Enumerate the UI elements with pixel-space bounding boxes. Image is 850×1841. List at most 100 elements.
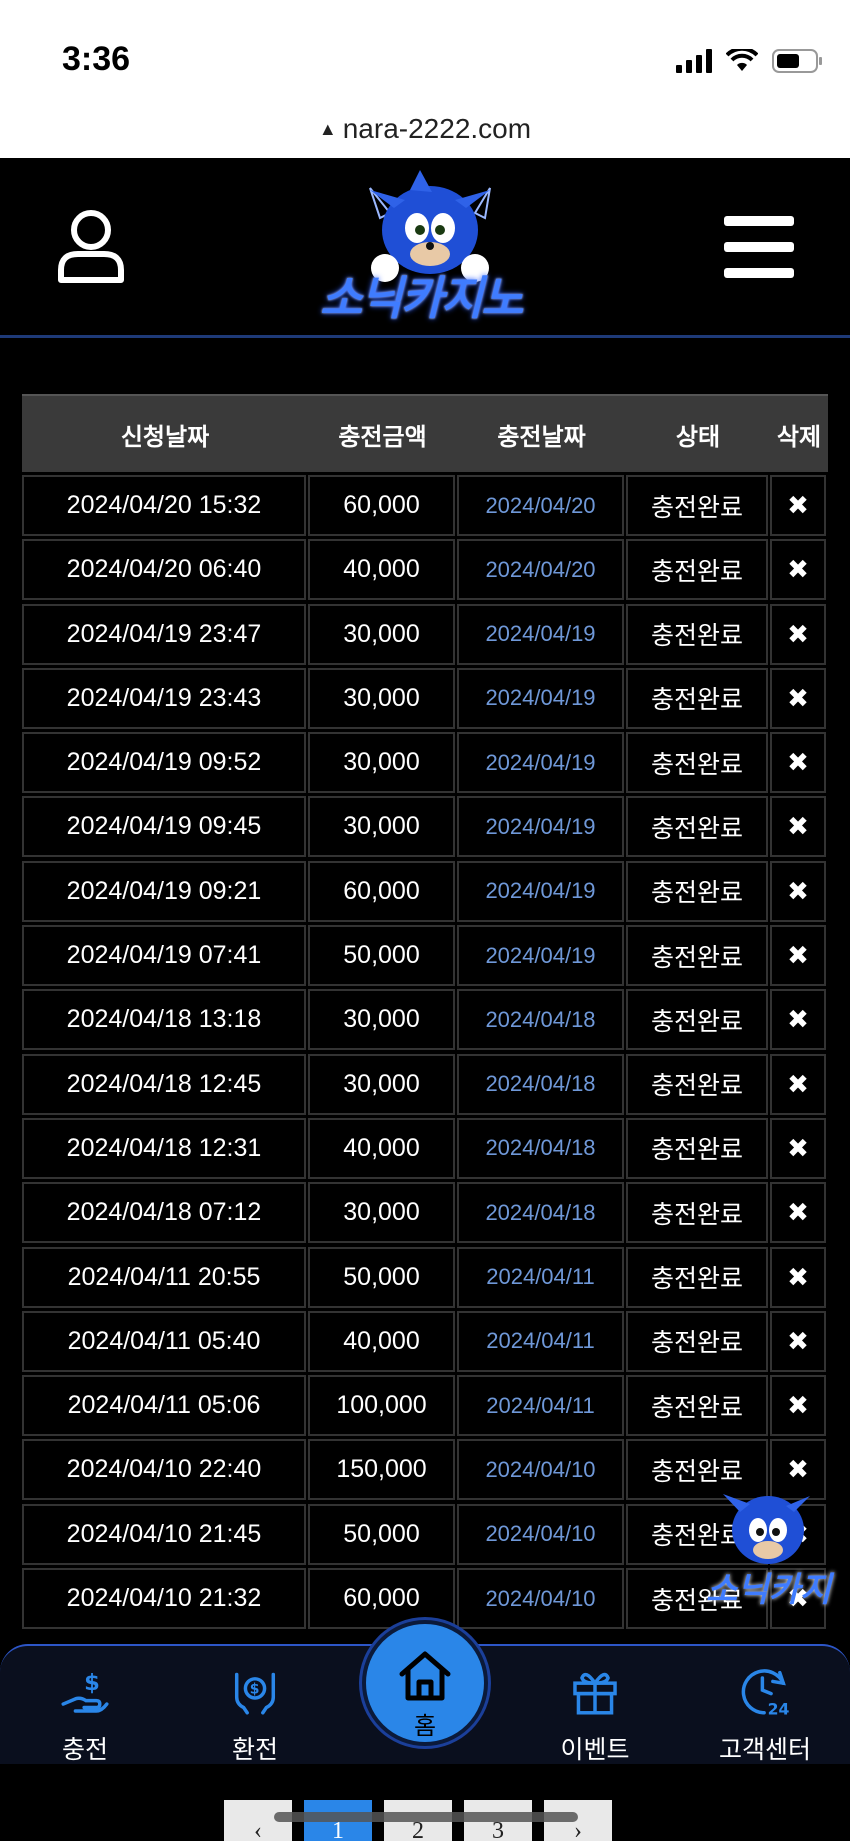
user-icon[interactable] [56,208,126,284]
charge-date-cell: 2024/04/19 [457,603,624,665]
support-24h-icon: 24 [741,1669,790,1718]
charge-date-cell: 2024/04/11 [457,1375,624,1437]
delete-icon[interactable]: ✖ [770,1375,826,1437]
charge-history-table: 신청날짜 충전금액 충전날짜 상태 삭제 2024/04/20 15:32 60,… [22,394,828,1630]
status-cell: 충전완료 [626,860,768,922]
request-date-cell: 2024/04/19 07:41 [22,925,306,987]
amount-cell: 60,000 [308,475,455,536]
hamburger-menu-icon[interactable] [724,216,794,278]
table-row: 2024/04/19 09:52 30,000 2024/04/19 충전완료 ✖ [22,729,828,794]
charge-date-cell: 2024/04/18 [457,1182,624,1244]
delete-icon[interactable]: ✖ [770,732,826,794]
status-cell: 충전완료 [626,1053,768,1115]
table-header: 신청날짜 충전금액 충전날짜 상태 삭제 [22,394,828,472]
battery-icon [772,49,822,73]
delete-icon[interactable]: ✖ [770,603,826,665]
status-cell: 충전완료 [626,989,768,1051]
nav-withdraw[interactable]: $ 환전 [190,1646,320,1766]
delete-icon[interactable]: ✖ [770,1117,826,1179]
charge-date-cell: 2024/04/19 [457,925,624,987]
amount-cell: 30,000 [308,796,455,858]
charge-date-cell: 2024/04/20 [457,475,624,536]
status-cell: 충전완료 [626,475,768,536]
header-status: 상태 [675,423,721,451]
home-indicator [274,1812,578,1822]
gift-icon [573,1672,617,1715]
status-cell: 충전완료 [626,667,768,729]
request-date-cell: 2024/04/10 22:40 [22,1439,306,1501]
table-row: 2024/04/11 05:06 100,000 2024/04/11 충전완료 ✖ [22,1372,828,1437]
nav-home-button[interactable]: 홈 [362,1620,488,1746]
status-icons [676,48,824,74]
table-row: 2024/04/11 20:55 50,000 2024/04/11 충전완료 ✖ [22,1243,828,1308]
amount-cell: 30,000 [308,1182,455,1244]
status-cell: 충전완료 [626,1182,768,1244]
request-date-cell: 2024/04/19 09:52 [22,732,306,794]
charge-date-cell: 2024/04/10 [457,1568,624,1630]
nav-event-label: 이벤트 [560,1736,630,1764]
status-cell: 충전완료 [626,1310,768,1372]
home-icon [399,1651,451,1701]
status-cell: 충전완료 [626,539,768,601]
delete-icon[interactable]: ✖ [770,1246,826,1308]
delete-icon[interactable]: ✖ [770,539,826,601]
amount-cell: 100,000 [308,1375,455,1437]
request-date-cell: 2024/04/18 12:31 [22,1117,306,1179]
nav-home-label: 홈 [413,1713,437,1740]
amount-cell: 50,000 [308,1503,455,1565]
charge-date-cell: 2024/04/11 [457,1246,624,1308]
request-date-cell: 2024/04/18 12:45 [22,1053,306,1115]
status-cell: 충전완료 [626,1375,768,1437]
charge-date-cell: 2024/04/11 [457,1310,624,1372]
svg-text:$: $ [84,1670,100,1696]
delete-icon[interactable]: ✖ [770,1053,826,1115]
site-logo[interactable]: 소닉카지노 [310,168,550,328]
logo-text: 소닉카지노 [320,272,524,324]
request-date-cell: 2024/04/19 09:45 [22,796,306,858]
nav-event[interactable]: 이벤트 [530,1646,660,1766]
withdraw-hands-money-icon: $ [234,1672,276,1715]
charge-date-cell: 2024/04/18 [457,989,624,1051]
amount-cell: 30,000 [308,603,455,665]
nav-support-label: 고객센터 [718,1736,811,1764]
delete-icon[interactable]: ✖ [770,667,826,729]
svg-text:24: 24 [768,1700,790,1718]
amount-cell: 30,000 [308,732,455,794]
floating-badge-text: 소닉카지 [706,1571,832,1609]
table-row: 2024/04/19 09:21 60,000 2024/04/19 충전완료 ✖ [22,857,828,922]
floating-logo-badge[interactable]: 소닉카지 [698,1482,832,1612]
address-bar[interactable]: ▲ nara-2222.com [0,100,850,158]
delete-icon[interactable]: ✖ [770,796,826,858]
charge-date-cell: 2024/04/19 [457,796,624,858]
delete-icon[interactable]: ✖ [770,1310,826,1372]
delete-icon[interactable]: ✖ [770,925,826,987]
charge-date-cell: 2024/04/10 [457,1503,624,1565]
nav-support[interactable]: 24 고객센터 [700,1646,830,1766]
deposit-hand-coin-icon: $ [61,1670,109,1713]
amount-cell: 40,000 [308,1117,455,1179]
charge-date-cell: 2024/04/18 [457,1117,624,1179]
delete-icon[interactable]: ✖ [770,860,826,922]
header-delete: 삭제 [776,423,822,451]
wifi-icon [726,49,758,71]
amount-cell: 60,000 [308,860,455,922]
table-row: 2024/04/19 23:47 30,000 2024/04/19 충전완료 ✖ [22,600,828,665]
table-row: 2024/04/19 07:41 50,000 2024/04/19 충전완료 ✖ [22,922,828,987]
amount-cell: 50,000 [308,925,455,987]
delete-icon[interactable]: ✖ [770,475,826,536]
amount-cell: 30,000 [308,1053,455,1115]
table-row: 2024/04/19 09:45 30,000 2024/04/19 충전완료 ✖ [22,793,828,858]
delete-icon[interactable]: ✖ [770,989,826,1051]
nav-deposit[interactable]: $ 충전 [20,1646,150,1766]
status-cell: 충전완료 [626,732,768,794]
header-request-date: 신청날짜 [120,423,210,451]
header-amount: 충전금액 [338,423,427,451]
request-date-cell: 2024/04/19 23:47 [22,603,306,665]
delete-icon[interactable]: ✖ [770,1182,826,1244]
request-date-cell: 2024/04/19 23:43 [22,667,306,729]
request-date-cell: 2024/04/20 06:40 [22,539,306,601]
amount-cell: 30,000 [308,989,455,1051]
status-cell: 충전완료 [626,603,768,665]
nav-withdraw-label: 환전 [231,1736,278,1764]
site-header: 소닉카지노 [0,158,850,338]
